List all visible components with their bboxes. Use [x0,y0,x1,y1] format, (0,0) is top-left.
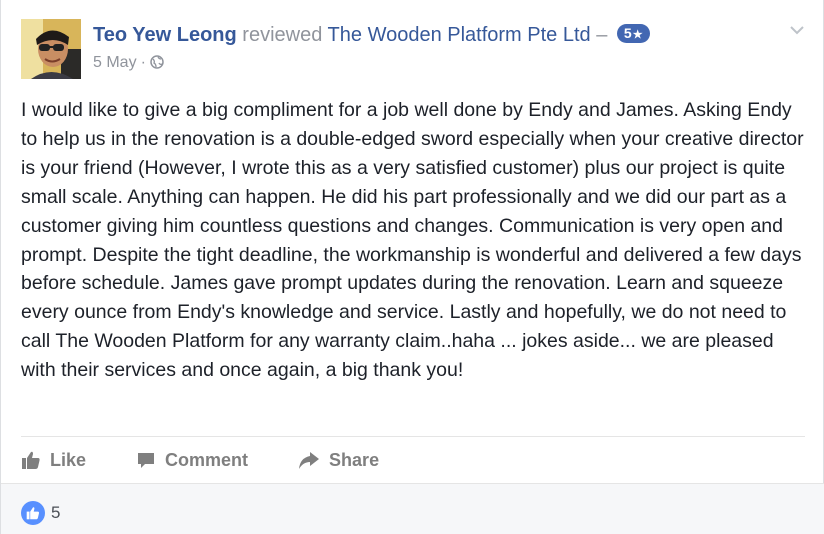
comment-label: Comment [165,449,249,470]
comment-button[interactable]: Comment [136,450,248,471]
like-summary[interactable]: 5 [21,501,60,525]
chevron-down-icon[interactable] [789,24,805,36]
globe-icon[interactable] [150,55,164,69]
divider [21,436,805,437]
avatar[interactable] [21,19,81,79]
comment-icon [138,453,155,468]
author-name[interactable]: Teo Yew Leong [93,24,237,46]
review-card: Teo Yew Leong reviewed The Wooden Platfo… [0,0,824,534]
like-button[interactable]: Like [21,450,86,471]
avatar-photo [21,19,81,79]
like-label: Like [50,449,87,470]
share-label: Share [329,449,380,470]
share-arrow-icon [299,452,320,469]
like-reaction-icon [21,501,45,525]
rating-value: 5 [623,25,632,42]
post-meta: 5 May · [93,53,164,73]
action-bar: Like Comment Share [21,447,429,473]
header-dash: – [596,24,608,46]
share-button[interactable]: Share [298,450,379,471]
reactions-footer: 5 [1,483,824,534]
thumbs-up-icon [26,507,40,520]
page-name-link[interactable]: The Wooden Platform Pte Ltd [328,24,591,46]
like-count: 5 [51,503,61,522]
rating-badge: 5★ [616,24,650,44]
meta-separator: · [140,54,146,71]
star-icon: ★ [632,29,643,42]
review-body: I would like to give a big compliment fo… [21,99,804,382]
post-date[interactable]: 5 May [93,54,137,71]
review-header: Teo Yew Leong reviewed The Wooden Platfo… [93,22,650,48]
thumbs-up-icon [22,451,40,469]
review-verb: reviewed [242,24,323,46]
